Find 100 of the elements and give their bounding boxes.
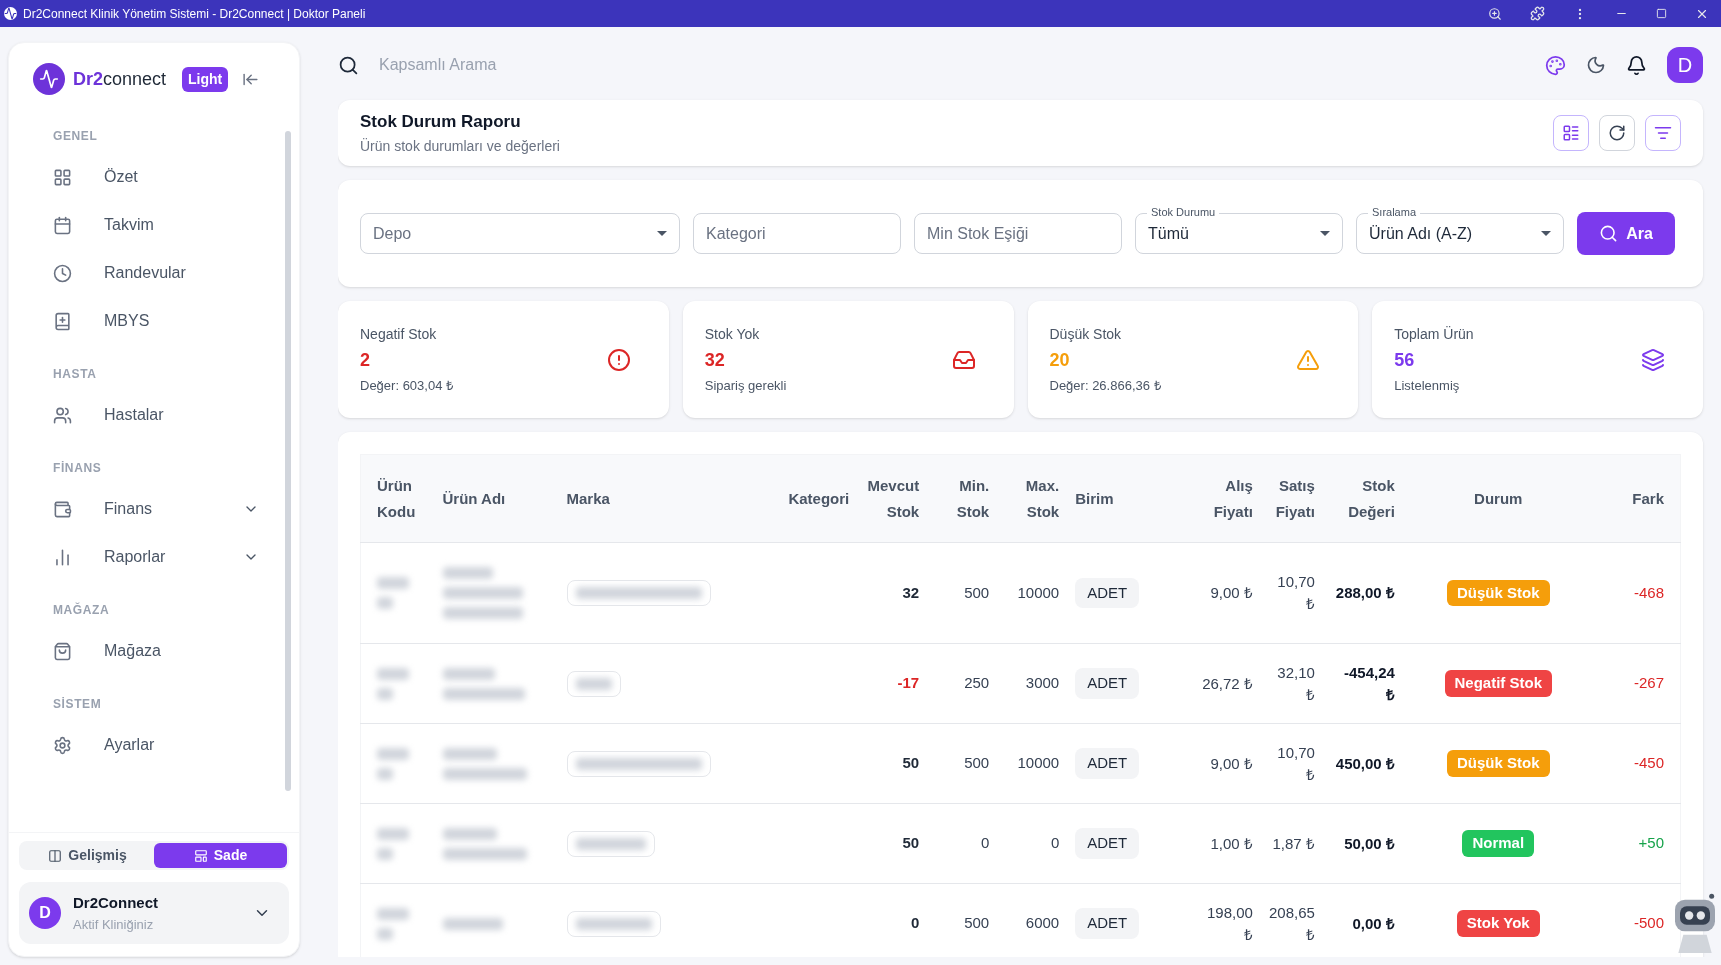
filter-field[interactable]: Min Stok Eşiği bbox=[914, 213, 1122, 254]
moon-icon[interactable] bbox=[1586, 55, 1606, 75]
table-cell: 9,00 ₺ bbox=[1190, 723, 1261, 804]
redacted-text bbox=[377, 767, 393, 780]
zoom-icon[interactable] bbox=[1488, 6, 1502, 21]
table-cell: 1,87 ₺ bbox=[1260, 803, 1323, 884]
column-header: Max. Stok bbox=[997, 454, 1068, 543]
nav-item[interactable]: MBYS bbox=[53, 297, 259, 345]
scrollbar[interactable] bbox=[285, 131, 291, 791]
clinic-subtitle: Aktif Kliniğiniz bbox=[73, 915, 155, 934]
stat-label: Toplam Ürün bbox=[1394, 324, 1474, 344]
difference-cell: -450 bbox=[1593, 723, 1681, 804]
search-button[interactable]: Ara bbox=[1577, 212, 1675, 255]
search-icon[interactable] bbox=[338, 54, 359, 76]
table-cell: 6000 bbox=[997, 883, 1068, 957]
table-cell: 26,72 ₺ bbox=[1190, 643, 1261, 724]
view-toggle-tab[interactable]: Sade bbox=[154, 843, 287, 868]
logo-icon bbox=[33, 63, 65, 95]
nav-item[interactable]: Özet bbox=[53, 153, 259, 201]
table-cell: 208,65 ₺ bbox=[1260, 883, 1323, 957]
stat-note: Değer: 26.866,36 ₺ bbox=[1049, 376, 1161, 395]
notebook-plus-icon bbox=[53, 311, 72, 331]
difference-cell: -267 bbox=[1593, 643, 1681, 724]
table-cell: 50,00 ₺ bbox=[1322, 803, 1403, 884]
table-cell: 10000 bbox=[997, 723, 1068, 804]
column-header: Marka bbox=[558, 454, 739, 543]
unit-tag: ADET bbox=[1075, 748, 1140, 779]
stat-value: 2 bbox=[360, 348, 371, 372]
dropdown-caret-icon bbox=[657, 231, 667, 236]
nav-item[interactable]: Mağaza bbox=[53, 627, 259, 675]
nav-item[interactable]: Ayarlar bbox=[53, 721, 259, 769]
table-cell: 10000 bbox=[997, 542, 1068, 644]
table-cell: 10,70 ₺ bbox=[1260, 542, 1323, 644]
filter-button[interactable] bbox=[1645, 115, 1681, 151]
select-placeholder: Depo bbox=[373, 223, 412, 244]
column-header: Durum bbox=[1402, 454, 1594, 543]
column-header: Ürün Kodu bbox=[360, 454, 435, 543]
table-cell: 10,70 ₺ bbox=[1260, 723, 1323, 804]
report-title: Stok Durum Raporu bbox=[360, 110, 522, 133]
filter-field[interactable]: Kategori bbox=[693, 213, 901, 254]
stock-cell: 50 bbox=[857, 803, 928, 884]
unit-tag: ADET bbox=[1075, 577, 1140, 609]
table-cell: 0 bbox=[927, 803, 998, 884]
list-icon bbox=[1562, 124, 1580, 142]
user-avatar[interactable]: D bbox=[1667, 47, 1703, 83]
table-cell: 500 bbox=[927, 542, 998, 644]
column-header: Fark bbox=[1593, 454, 1681, 543]
nav-item[interactable]: Raporlar bbox=[53, 533, 259, 581]
nav-item[interactable]: Finans bbox=[53, 485, 259, 533]
stock-cell: 0 bbox=[857, 883, 928, 957]
section-label: GENEL bbox=[53, 128, 99, 145]
warning-icon bbox=[1296, 347, 1321, 372]
status-badge: Negatif Stok bbox=[1444, 670, 1552, 697]
redacted-text bbox=[377, 927, 393, 940]
column-header: Ürün Adı bbox=[434, 454, 559, 543]
table-cell: 500 bbox=[927, 883, 998, 957]
notification-icon[interactable] bbox=[1626, 54, 1647, 76]
floating-label: Sıralama bbox=[1368, 207, 1421, 218]
extensions-icon[interactable] bbox=[1530, 6, 1545, 21]
window-title: Dr2Connect Klinik Yönetim Sistemi - Dr2Connect | Doktor Paneli bbox=[23, 5, 366, 23]
section-label: SİSTEM bbox=[53, 696, 103, 713]
brand-name: Dr2connect bbox=[73, 67, 167, 91]
nav-item[interactable]: Randevular bbox=[53, 249, 259, 297]
filter-icon bbox=[1654, 124, 1672, 142]
filter-select[interactable]: Depo bbox=[360, 213, 680, 254]
bar-chart-icon bbox=[53, 547, 72, 567]
difference-cell: -468 bbox=[1593, 542, 1681, 644]
column-header: Alış Fiyatı bbox=[1190, 454, 1261, 543]
table-cell: 0 bbox=[997, 803, 1068, 884]
people-icon bbox=[53, 405, 72, 425]
wallet-icon bbox=[53, 499, 72, 519]
redacted-text bbox=[377, 847, 393, 860]
nav-item[interactable]: Takvim bbox=[53, 201, 259, 249]
dropdown-caret-icon bbox=[1541, 231, 1551, 236]
refresh-button[interactable] bbox=[1599, 115, 1635, 151]
stock-cell: -17 bbox=[857, 643, 928, 724]
stat-label: Düşük Stok bbox=[1049, 324, 1123, 344]
settings-icon bbox=[53, 735, 72, 755]
unit-tag: ADET bbox=[1075, 908, 1140, 939]
column-header: Satış Fiyatı bbox=[1260, 454, 1323, 543]
clinic-switcher[interactable]: D Dr2Connect Aktif Kliniğiniz bbox=[19, 882, 289, 944]
maximize-icon[interactable] bbox=[1656, 8, 1667, 19]
shopping-bag-icon bbox=[53, 641, 72, 661]
calendar-icon bbox=[53, 215, 72, 235]
redacted-text bbox=[377, 747, 409, 760]
clinic-avatar: D bbox=[29, 897, 61, 929]
palette-icon[interactable] bbox=[1545, 54, 1566, 76]
section-label: HASTA bbox=[53, 366, 98, 383]
stat-note: Listelenmiş bbox=[1394, 376, 1461, 395]
status-badge: Normal bbox=[1462, 830, 1535, 857]
list-view-button[interactable] bbox=[1553, 115, 1589, 151]
search-icon bbox=[1599, 224, 1619, 243]
clinic-name: Dr2Connect bbox=[73, 893, 158, 913]
column-header: Stok Değeri bbox=[1322, 454, 1403, 543]
column-header: Min. Stok bbox=[927, 454, 998, 543]
search-field[interactable]: Kapsamlı Arama bbox=[379, 53, 779, 77]
nav-item[interactable]: Hastalar bbox=[53, 391, 259, 439]
redacted-text bbox=[377, 597, 393, 609]
view-toggle-tab[interactable]: Gelişmiş bbox=[21, 843, 154, 868]
table-cell: 3000 bbox=[997, 643, 1068, 724]
